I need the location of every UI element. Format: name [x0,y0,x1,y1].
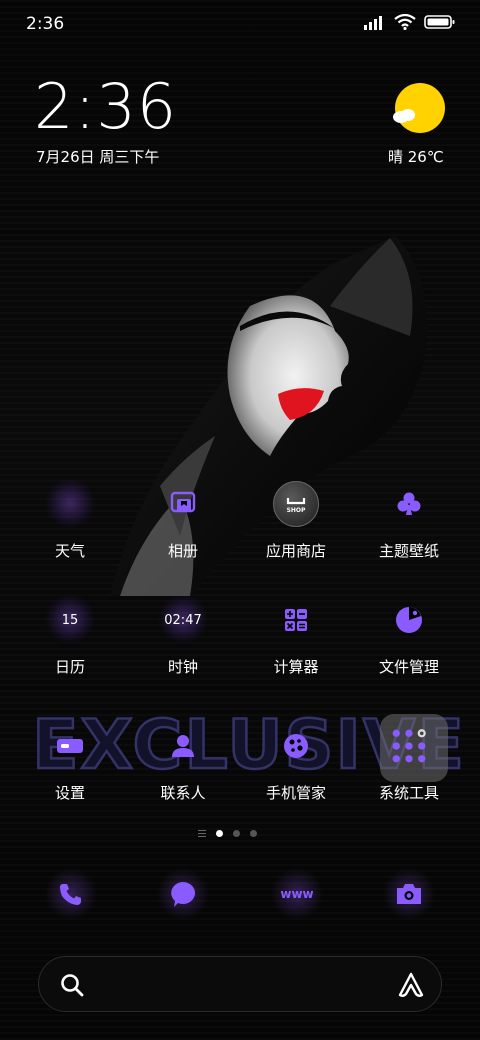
app-weather[interactable]: 天气 [15,478,125,584]
weather-widget-text[interactable]: 晴 26℃ [388,146,444,167]
phone-icon [60,884,81,905]
wifi-icon [394,14,416,30]
signal-icon [364,16,382,30]
dock-camera[interactable] [383,868,435,920]
page-indicator[interactable] [198,830,257,837]
app-label: 设置 [54,784,85,802]
dock-messages[interactable] [157,868,209,920]
assistant-icon[interactable] [397,971,425,999]
app-calendar[interactable]: 15 日历 [15,594,125,700]
search-bar[interactable] [38,956,442,1012]
app-system-tools-folder[interactable]: 系统工具 [354,714,464,826]
app-label: 天气 [54,542,85,560]
page-dot-2[interactable] [233,830,240,837]
camera-icon [397,884,421,904]
page-list-icon[interactable] [198,830,206,837]
dock-browser[interactable]: www [271,868,323,920]
messages-icon [171,882,195,907]
page-dot-1[interactable] [216,830,223,837]
clock-icon-time: 02:47 [164,612,202,628]
status-icons [364,14,456,30]
file-manager-icon [389,600,429,640]
clock-icon: 02:47 [163,600,203,640]
app-gallery[interactable]: 相册 [128,484,238,584]
shop-icon: SHOP [276,484,316,524]
page-dot-3[interactable] [250,830,257,837]
status-time: 2:36 [26,14,65,34]
app-label: 手机管家 [265,784,326,802]
app-calculator[interactable]: 计算器 [241,600,351,700]
app-settings[interactable]: 设置 [15,726,125,826]
clock-widget-time[interactable]: 2:36 [34,76,177,138]
tools-folder-icon [389,726,429,766]
browser-icon: www [280,887,314,901]
app-store[interactable]: SHOP 应用商店 [241,481,351,584]
status-bar: 2:36 [0,0,480,50]
home-screen: 2:36 2:36 7月26日 周三下午 晴 26℃ EXCLUSIVE 天气 … [0,0,480,1040]
app-label: 日历 [54,658,85,676]
app-file-manager[interactable]: 文件管理 [354,600,464,700]
app-label: 时钟 [167,658,198,676]
calendar-icon: 15 [50,600,90,640]
app-label: 主题壁纸 [378,542,439,560]
app-label: 文件管理 [378,658,439,676]
weather-icon [50,484,90,524]
search-icon[interactable] [59,972,85,998]
dock-phone[interactable] [45,868,97,920]
club-icon [389,484,429,524]
security-icon [276,726,316,766]
calendar-day: 15 [61,612,79,628]
clock-widget-date[interactable]: 7月26日 周三下午 [36,146,159,167]
app-label: 联系人 [160,784,206,802]
app-label: 计算器 [273,658,319,676]
settings-icon [50,726,90,766]
app-label: 应用商店 [265,542,326,560]
app-label: 系统工具 [378,784,439,802]
gallery-icon [163,484,203,524]
app-contacts[interactable]: 联系人 [128,726,238,826]
shop-icon-text: SHOP [287,507,306,514]
app-label: 相册 [167,542,198,560]
app-themes[interactable]: 主题壁纸 [354,484,464,584]
app-clock[interactable]: 02:47 时钟 [128,594,238,700]
app-security[interactable]: 手机管家 [241,726,351,826]
calculator-icon [276,600,316,640]
sunny-cloud-icon[interactable] [390,82,446,138]
contacts-icon [163,726,203,766]
battery-icon [424,15,455,29]
